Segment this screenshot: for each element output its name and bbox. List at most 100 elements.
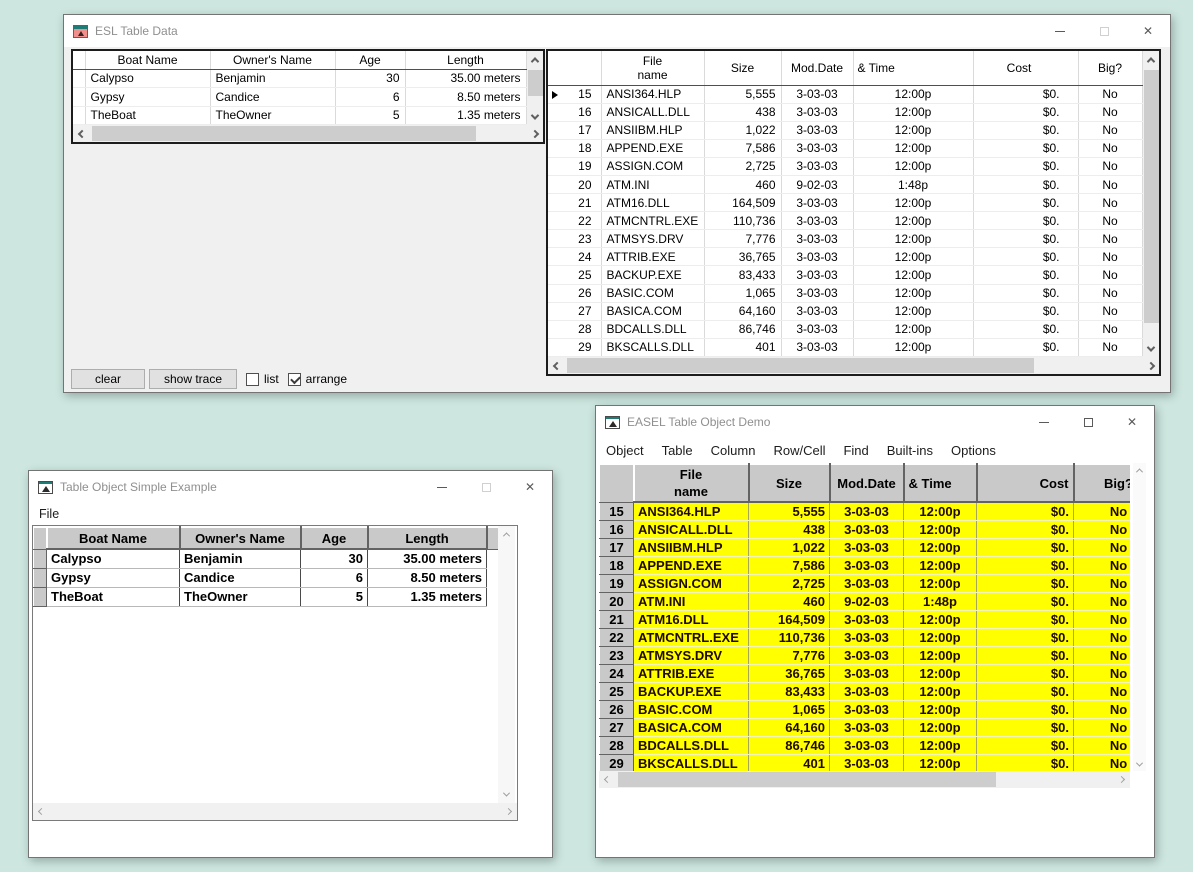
close-button[interactable]: ✕ (1126, 15, 1170, 47)
cell-time[interactable]: 12:00p (853, 320, 973, 338)
cell-date[interactable]: 3-03-03 (830, 574, 904, 592)
cell-date[interactable]: 3-03-03 (830, 520, 904, 538)
cell-big[interactable]: No (1074, 538, 1131, 556)
cell-date[interactable]: 3-03-03 (781, 302, 853, 320)
cell-big[interactable]: No (1074, 718, 1131, 736)
cell-date[interactable]: 3-03-03 (781, 338, 853, 356)
cell-cost[interactable]: $0. (973, 266, 1078, 284)
menu-file[interactable]: File (39, 507, 68, 521)
cell-filename[interactable]: ATM.INI (601, 175, 704, 193)
cell-size[interactable]: 1,065 (704, 284, 781, 302)
cell-owner-name[interactable]: Candice (210, 88, 335, 107)
horizontal-scrollbar[interactable] (599, 771, 1130, 788)
cell-big[interactable]: No (1078, 157, 1142, 175)
cell-cost[interactable]: $0. (977, 718, 1074, 736)
cell-date[interactable]: 3-03-03 (781, 248, 853, 266)
cell-date[interactable]: 9-02-03 (830, 592, 904, 610)
scroll-right-button[interactable] (526, 125, 543, 142)
close-button[interactable]: ✕ (508, 471, 552, 503)
cell-cost[interactable]: $0. (977, 700, 1074, 718)
scroll-left-button[interactable] (599, 771, 616, 788)
row-number[interactable]: 27 (548, 302, 601, 320)
cell-cost[interactable]: $0. (977, 520, 1074, 538)
row-number[interactable]: 16 (548, 103, 601, 121)
cell-cost[interactable]: $0. (977, 556, 1074, 574)
cell-time[interactable]: 12:00p (904, 574, 977, 592)
cell-date[interactable]: 3-03-03 (830, 610, 904, 628)
row-number[interactable]: 20 (548, 175, 601, 193)
cell-size[interactable]: 5,555 (704, 85, 781, 103)
cell-filename[interactable]: ATTRIB.EXE (634, 664, 749, 682)
corner-cell[interactable] (34, 527, 47, 549)
cell-time[interactable]: 12:00p (853, 302, 973, 320)
col-header-length[interactable]: Length (368, 527, 487, 549)
cell-time[interactable]: 12:00p (853, 230, 973, 248)
menu-find[interactable]: Find (834, 443, 877, 458)
cell-age[interactable]: 6 (301, 568, 368, 587)
show-trace-button[interactable]: show trace (149, 369, 237, 389)
cell-length[interactable]: 35.00 meters (405, 69, 526, 88)
cell-time[interactable]: 12:00p (853, 121, 973, 139)
cell-time[interactable]: 12:00p (853, 284, 973, 302)
col-header-date[interactable]: Mod.Date (830, 464, 904, 502)
scroll-down-button[interactable] (527, 108, 544, 125)
col-header-boat-name[interactable]: Boat Name (47, 527, 180, 549)
cell-size[interactable]: 1,022 (749, 538, 830, 556)
row-number[interactable]: 16 (600, 520, 634, 538)
cell-big[interactable]: No (1078, 139, 1142, 157)
cell-big[interactable]: No (1078, 121, 1142, 139)
cell-big[interactable]: No (1078, 103, 1142, 121)
row-number[interactable]: 18 (548, 139, 601, 157)
minimize-button[interactable] (1038, 15, 1082, 47)
scrollbar-thumb[interactable] (528, 70, 543, 96)
cell-time[interactable]: 12:00p (904, 682, 977, 700)
scrollbar-track[interactable] (1143, 68, 1160, 340)
cell-big[interactable]: No (1074, 754, 1131, 772)
row-number[interactable]: 17 (600, 538, 634, 556)
cell-time[interactable]: 12:00p (853, 85, 973, 103)
scrollbar-thumb[interactable] (567, 358, 1034, 373)
cell-size[interactable]: 401 (704, 338, 781, 356)
cell-date[interactable]: 3-03-03 (830, 754, 904, 772)
cell-owner-name[interactable]: TheOwner (180, 587, 301, 606)
cell-size[interactable]: 2,725 (704, 157, 781, 175)
cell-big[interactable]: No (1074, 700, 1131, 718)
cell-date[interactable]: 3-03-03 (830, 682, 904, 700)
cell-size[interactable]: 2,725 (749, 574, 830, 592)
cell-big[interactable]: No (1074, 556, 1131, 574)
cell-size[interactable]: 401 (749, 754, 830, 772)
cell-cost[interactable]: $0. (973, 85, 1078, 103)
cell-size[interactable]: 164,509 (749, 610, 830, 628)
scroll-down-button[interactable] (498, 786, 515, 803)
scrollbar-thumb[interactable] (618, 772, 996, 787)
titlebar[interactable]: EASEL Table Object Demo ✕ (596, 406, 1154, 438)
cell-filename[interactable]: BKSCALLS.DLL (634, 754, 749, 772)
cell-big[interactable]: No (1074, 502, 1131, 520)
cell-time[interactable]: 12:00p (853, 248, 973, 266)
row-number[interactable]: 27 (600, 718, 634, 736)
cell-cost[interactable]: $0. (977, 538, 1074, 556)
cell-time[interactable]: 12:00p (904, 502, 977, 520)
cell-cost[interactable]: $0. (973, 302, 1078, 320)
cell-size[interactable]: 7,586 (704, 139, 781, 157)
cell-date[interactable]: 3-03-03 (781, 266, 853, 284)
maximize-button[interactable] (1082, 15, 1126, 47)
cell-time[interactable]: 12:00p (853, 103, 973, 121)
cell-time[interactable]: 1:48p (853, 175, 973, 193)
cell-time[interactable]: 12:00p (904, 610, 977, 628)
cell-size[interactable]: 83,433 (704, 266, 781, 284)
cell-boat-name[interactable]: TheBoat (47, 587, 180, 606)
cell-owner-name[interactable]: Benjamin (180, 549, 301, 568)
row-number[interactable]: 26 (548, 284, 601, 302)
cell-big[interactable]: No (1074, 682, 1131, 700)
col-header-time[interactable]: & Time (904, 464, 977, 502)
clear-button[interactable]: clear (71, 369, 145, 389)
cell-big[interactable]: No (1074, 610, 1131, 628)
row-number[interactable]: 22 (600, 628, 634, 646)
cell-cost[interactable]: $0. (973, 284, 1078, 302)
cell-cost[interactable]: $0. (973, 194, 1078, 212)
vertical-scrollbar[interactable] (1133, 463, 1146, 771)
col-header-size[interactable]: Size (749, 464, 830, 502)
cell-time[interactable]: 12:00p (904, 520, 977, 538)
scrollbar-track[interactable] (616, 771, 1113, 788)
